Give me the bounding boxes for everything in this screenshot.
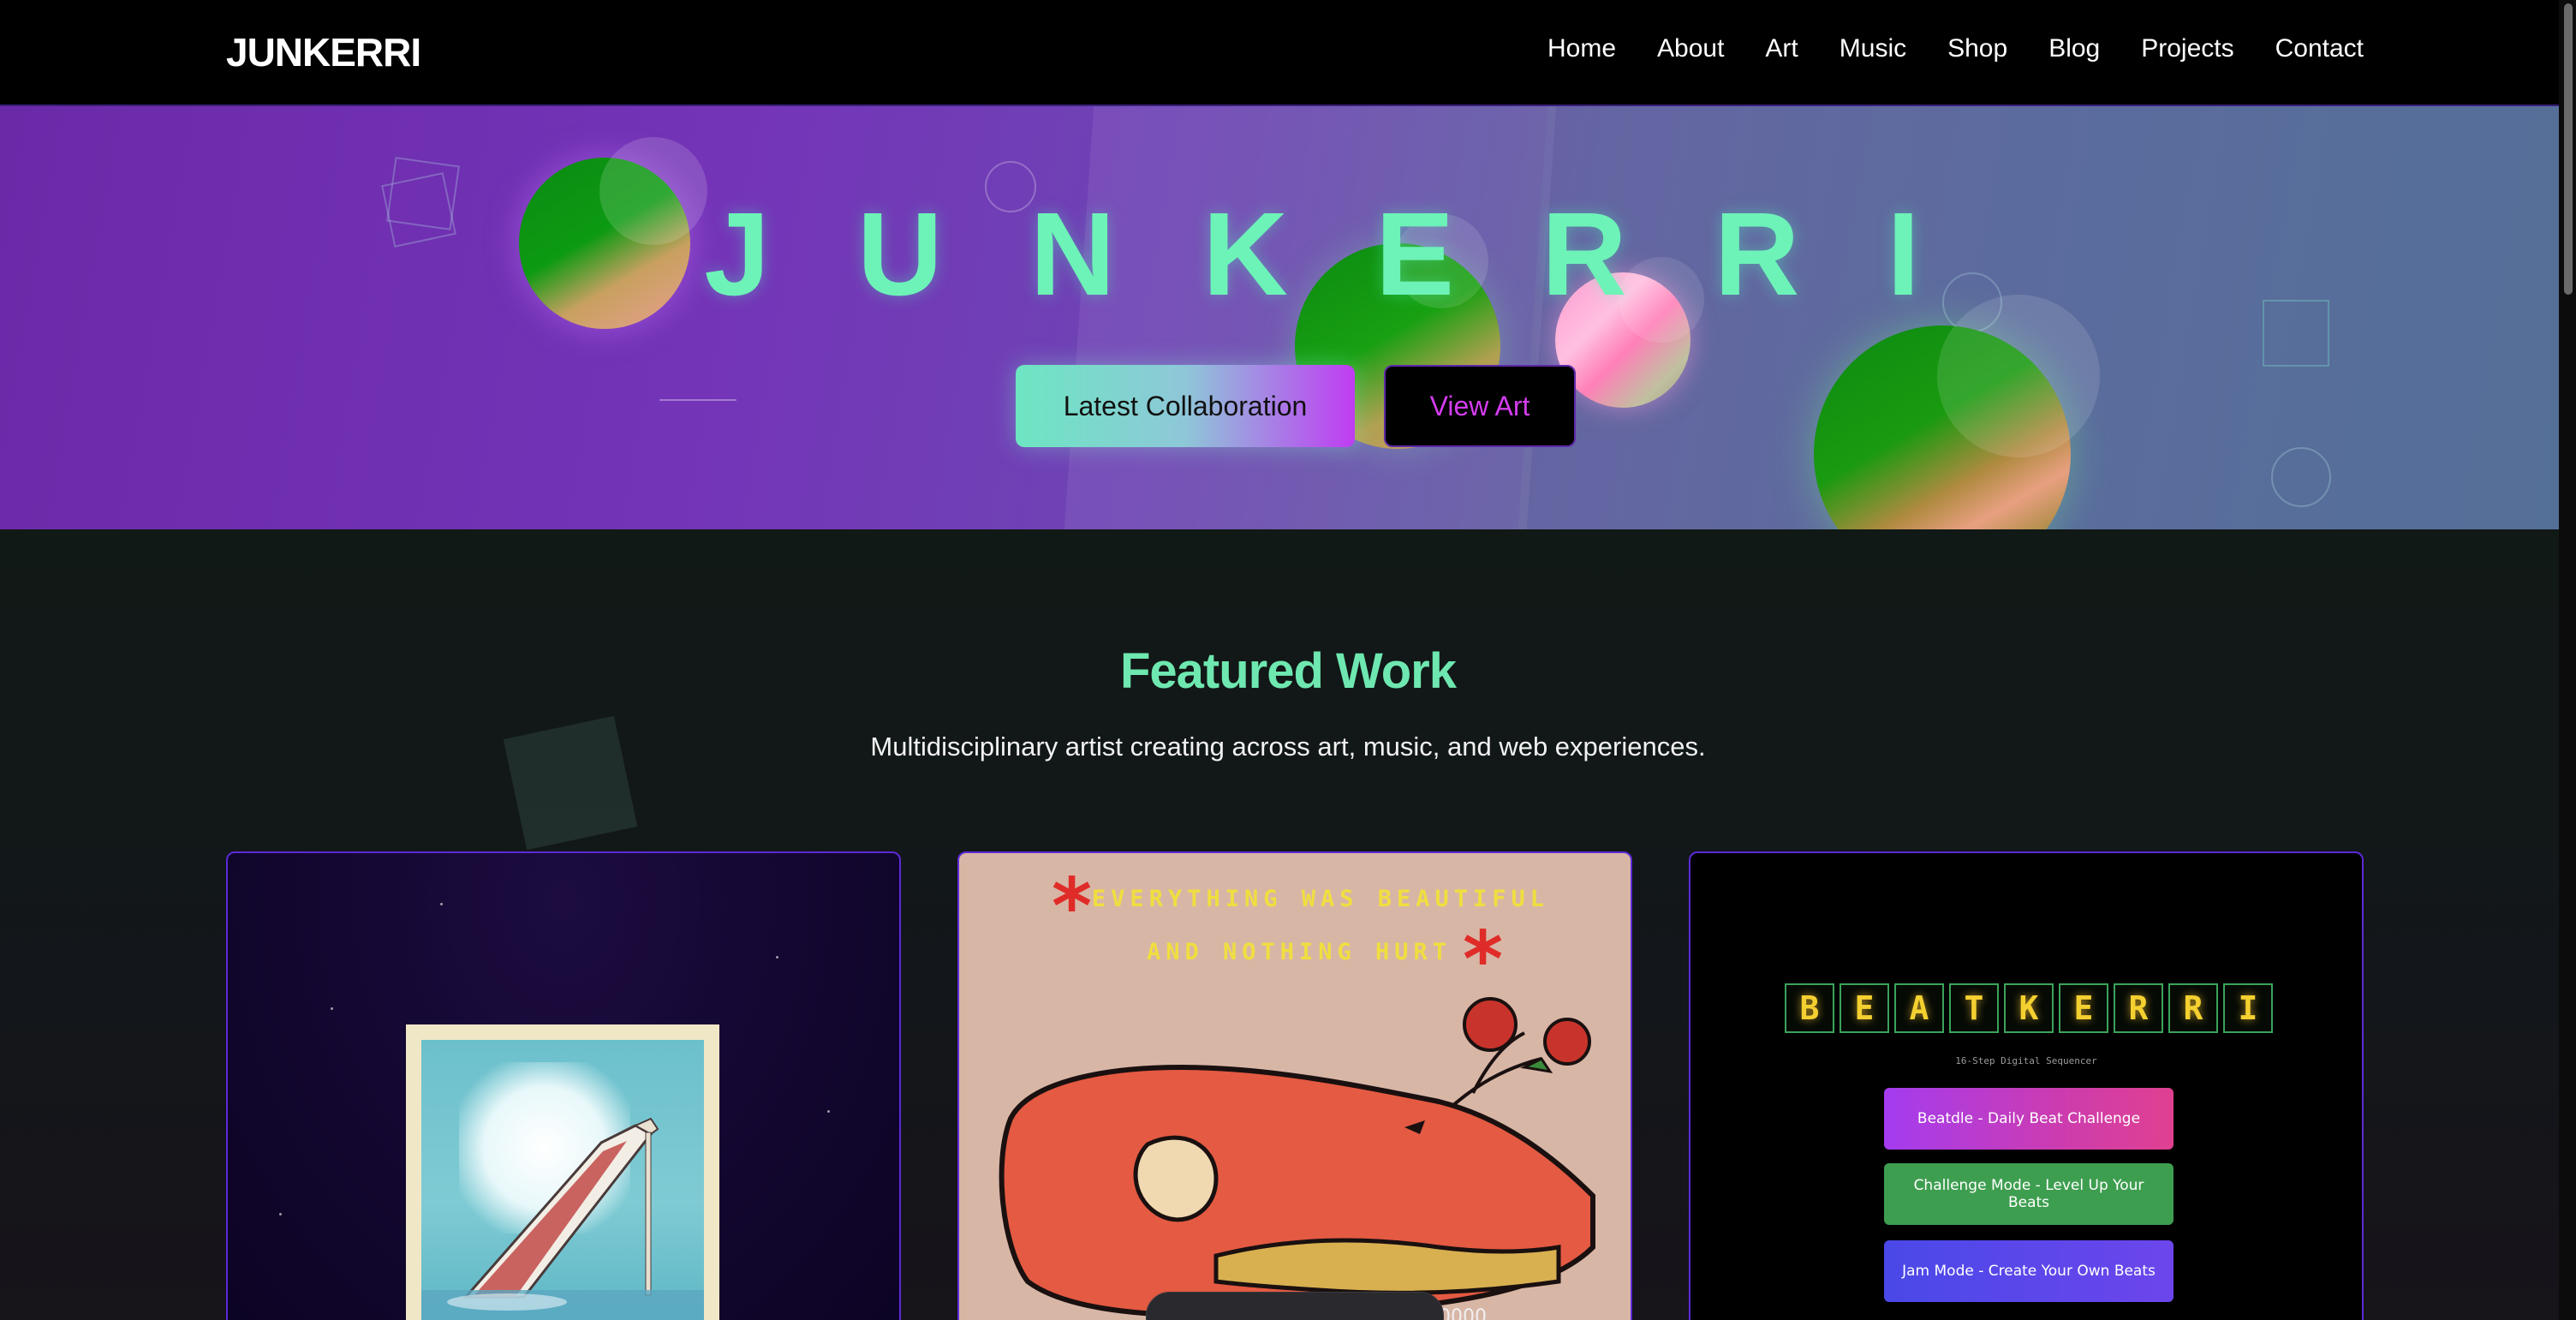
nav-link-projects[interactable]: Projects: [2141, 34, 2233, 63]
beatkerri-letter: I: [2223, 983, 2273, 1033]
skull-illustration: 0000: [999, 997, 1595, 1320]
featured-card-everything-was-beautiful[interactable]: * EVERYTHING WAS BEAUTIFUL AND NOTHING H…: [957, 851, 1632, 1320]
site-logo[interactable]: JUNKERRI: [226, 29, 421, 75]
featured-subtitle: Multidisciplinary artist creating across…: [870, 732, 1706, 762]
star-dot: [440, 903, 443, 905]
artwork-signature: 0000: [1439, 1306, 1487, 1320]
beatkerri-letter: T: [1949, 983, 1999, 1033]
top-navbar: JUNKERRI Home About Art Music Shop Blog …: [0, 0, 2576, 106]
beatkerri-letter: R: [2114, 983, 2163, 1033]
nav-link-art[interactable]: Art: [1765, 34, 1798, 63]
latest-collaboration-button[interactable]: Latest Collaboration: [1016, 365, 1355, 447]
decor-line: [659, 399, 736, 401]
page-scrollbar[interactable]: [2559, 0, 2576, 1320]
star-dot: [776, 956, 778, 959]
hero-section: JUNKERRI Latest Collaboration View Art: [0, 106, 2576, 529]
nav-link-about[interactable]: About: [1657, 34, 1724, 63]
featured-card-beatkerri[interactable]: B E A T K E R R I 16-Step Digital Sequen…: [1689, 851, 2364, 1320]
featured-card-escalator-art[interactable]: [226, 851, 901, 1320]
beatkerri-letter: A: [1894, 983, 1944, 1033]
hero-title: JUNKERRI: [704, 188, 2007, 320]
nav-link-home[interactable]: Home: [1547, 34, 1616, 63]
beatkerri-letter: B: [1785, 983, 1834, 1033]
star-dot: [827, 1110, 830, 1113]
artwork-caption-line2: AND NOTHING HURT: [1146, 939, 1452, 965]
nav-link-contact[interactable]: Contact: [2275, 34, 2364, 63]
nav-link-shop[interactable]: Shop: [1947, 34, 2007, 63]
featured-work-section: Featured Work Multidisciplinary artist c…: [0, 529, 2576, 1320]
nav-link-music[interactable]: Music: [1840, 34, 1906, 63]
beatkerri-letter: K: [2004, 983, 2054, 1033]
artwork-scene: [421, 1040, 704, 1320]
nav-links: Home About Art Music Shop Blog Projects …: [1547, 34, 2364, 63]
beatkerri-logo: B E A T K E R R I: [1785, 983, 2273, 1033]
challenge-mode-button[interactable]: Challenge Mode - Level Up Your Beats: [1884, 1163, 2174, 1225]
bottom-dock[interactable]: [1146, 1292, 1444, 1320]
scrollbar-thumb[interactable]: [2564, 3, 2573, 295]
escalator-illustration: [421, 1117, 704, 1320]
jam-mode-button[interactable]: Jam Mode - Create Your Own Beats: [1884, 1240, 2174, 1302]
star-dot: [331, 1007, 333, 1010]
beatkerri-subtitle: 16-Step Digital Sequencer: [1955, 1055, 2097, 1066]
artwork-image: [406, 1024, 719, 1320]
featured-title: Featured Work: [1119, 643, 1457, 699]
hero-buttons: Latest Collaboration View Art: [1016, 365, 1576, 447]
nav-link-blog[interactable]: Blog: [2048, 34, 2100, 63]
star-dot: [279, 1213, 282, 1215]
beatkerri-letter: R: [2168, 983, 2218, 1033]
beatkerri-letter: E: [2059, 983, 2108, 1033]
beatkerri-letter: E: [1840, 983, 1889, 1033]
beatdle-button[interactable]: Beatdle - Daily Beat Challenge: [1884, 1088, 2174, 1150]
artwork-caption-line1: EVERYTHING WAS BEAUTIFUL: [1091, 886, 1550, 912]
decor-ring: [2271, 447, 2331, 507]
view-art-button[interactable]: View Art: [1384, 365, 1576, 447]
